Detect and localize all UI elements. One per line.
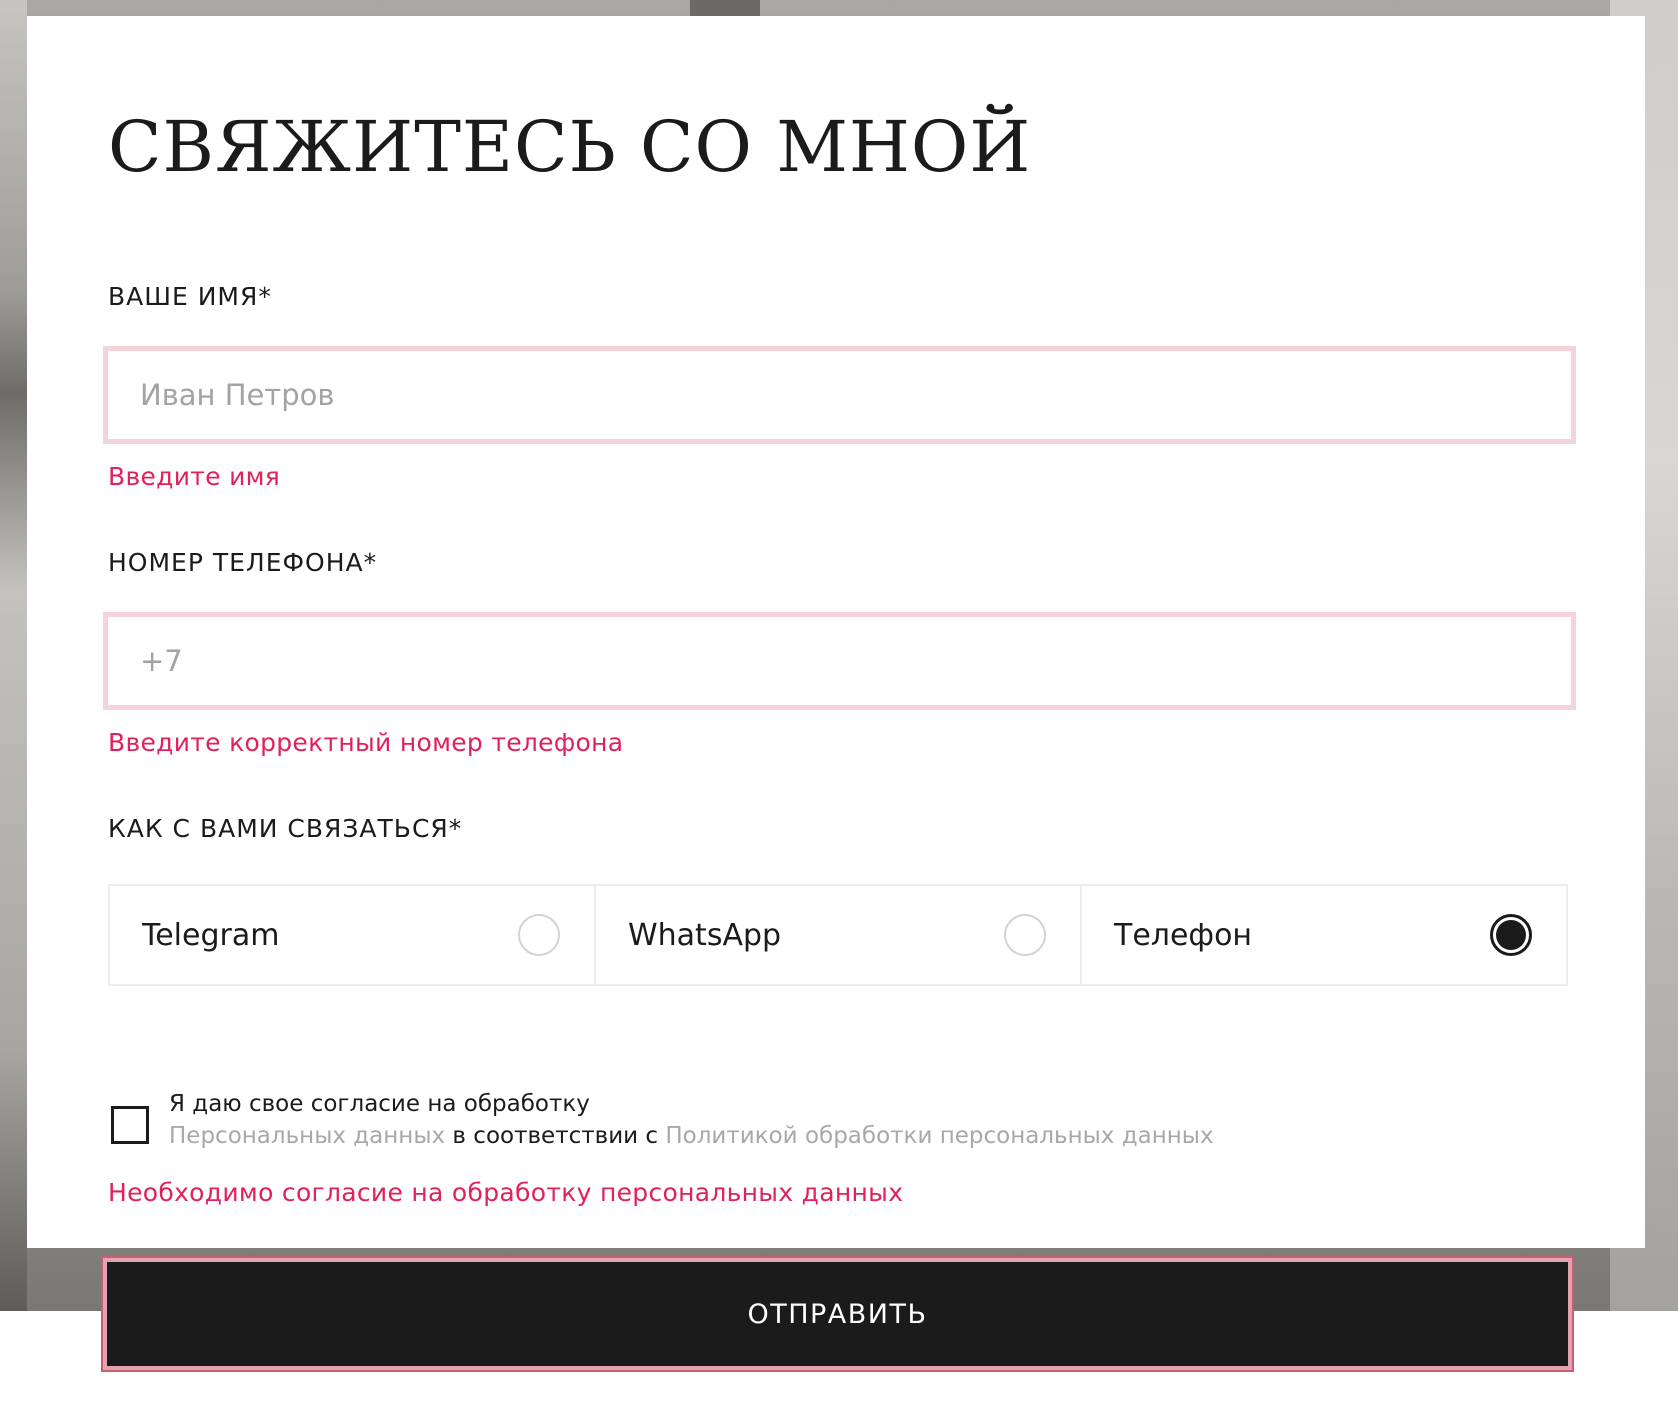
- contact-modal: СВЯЖИТЕСЬ СО МНОЙ ВАШЕ ИМЯ* Введите имя …: [27, 16, 1645, 1248]
- phone-field-wrapper: [103, 612, 1576, 710]
- radio-dot-icon: [1496, 920, 1526, 950]
- option-label: Telegram: [142, 917, 280, 953]
- background-left-strip: [0, 0, 27, 1311]
- privacy-policy-link[interactable]: Политикой обработки персональных данных: [665, 1123, 1213, 1149]
- phone-error: Введите корректный номер телефона: [108, 728, 624, 757]
- radio-icon[interactable]: [1004, 914, 1046, 956]
- name-input[interactable]: [140, 378, 1571, 412]
- consent-text: Я даю свое согласие на обработку Персона…: [169, 1088, 1214, 1152]
- name-error: Введите имя: [108, 462, 281, 491]
- name-field-wrapper: [103, 346, 1576, 444]
- consent-middle-text: в соответствии с: [445, 1123, 666, 1149]
- contact-method-options: Telegram WhatsApp Телефон: [108, 884, 1568, 986]
- option-label: Телефон: [1114, 917, 1253, 953]
- consent-line2: Персональных данных в соответствии с Пол…: [169, 1120, 1214, 1152]
- option-telegram[interactable]: Telegram: [110, 886, 596, 984]
- submit-button[interactable]: ОТПРАВИТЬ: [107, 1262, 1568, 1366]
- modal-title: СВЯЖИТЕСЬ СО МНОЙ: [108, 106, 1032, 188]
- personal-data-link[interactable]: Персональных данных: [169, 1123, 445, 1149]
- consent-checkbox[interactable]: [111, 1106, 149, 1144]
- submit-button-wrapper: ОТПРАВИТЬ: [101, 1256, 1574, 1372]
- phone-label: НОМЕР ТЕЛЕФОНА*: [108, 548, 378, 577]
- radio-icon[interactable]: [518, 914, 560, 956]
- option-phone[interactable]: Телефон: [1082, 886, 1566, 984]
- name-label: ВАШЕ ИМЯ*: [108, 282, 272, 311]
- option-whatsapp[interactable]: WhatsApp: [596, 886, 1082, 984]
- option-label: WhatsApp: [628, 917, 782, 953]
- consent-block: Я даю свое согласие на обработку Персона…: [111, 1088, 1214, 1152]
- radio-checked-icon[interactable]: [1490, 914, 1532, 956]
- consent-line1: Я даю свое согласие на обработку: [169, 1091, 590, 1117]
- phone-input[interactable]: [140, 644, 1571, 678]
- contact-method-label: КАК С ВАМИ СВЯЗАТЬСЯ*: [108, 814, 463, 843]
- consent-error: Необходимо согласие на обработку персона…: [108, 1178, 904, 1207]
